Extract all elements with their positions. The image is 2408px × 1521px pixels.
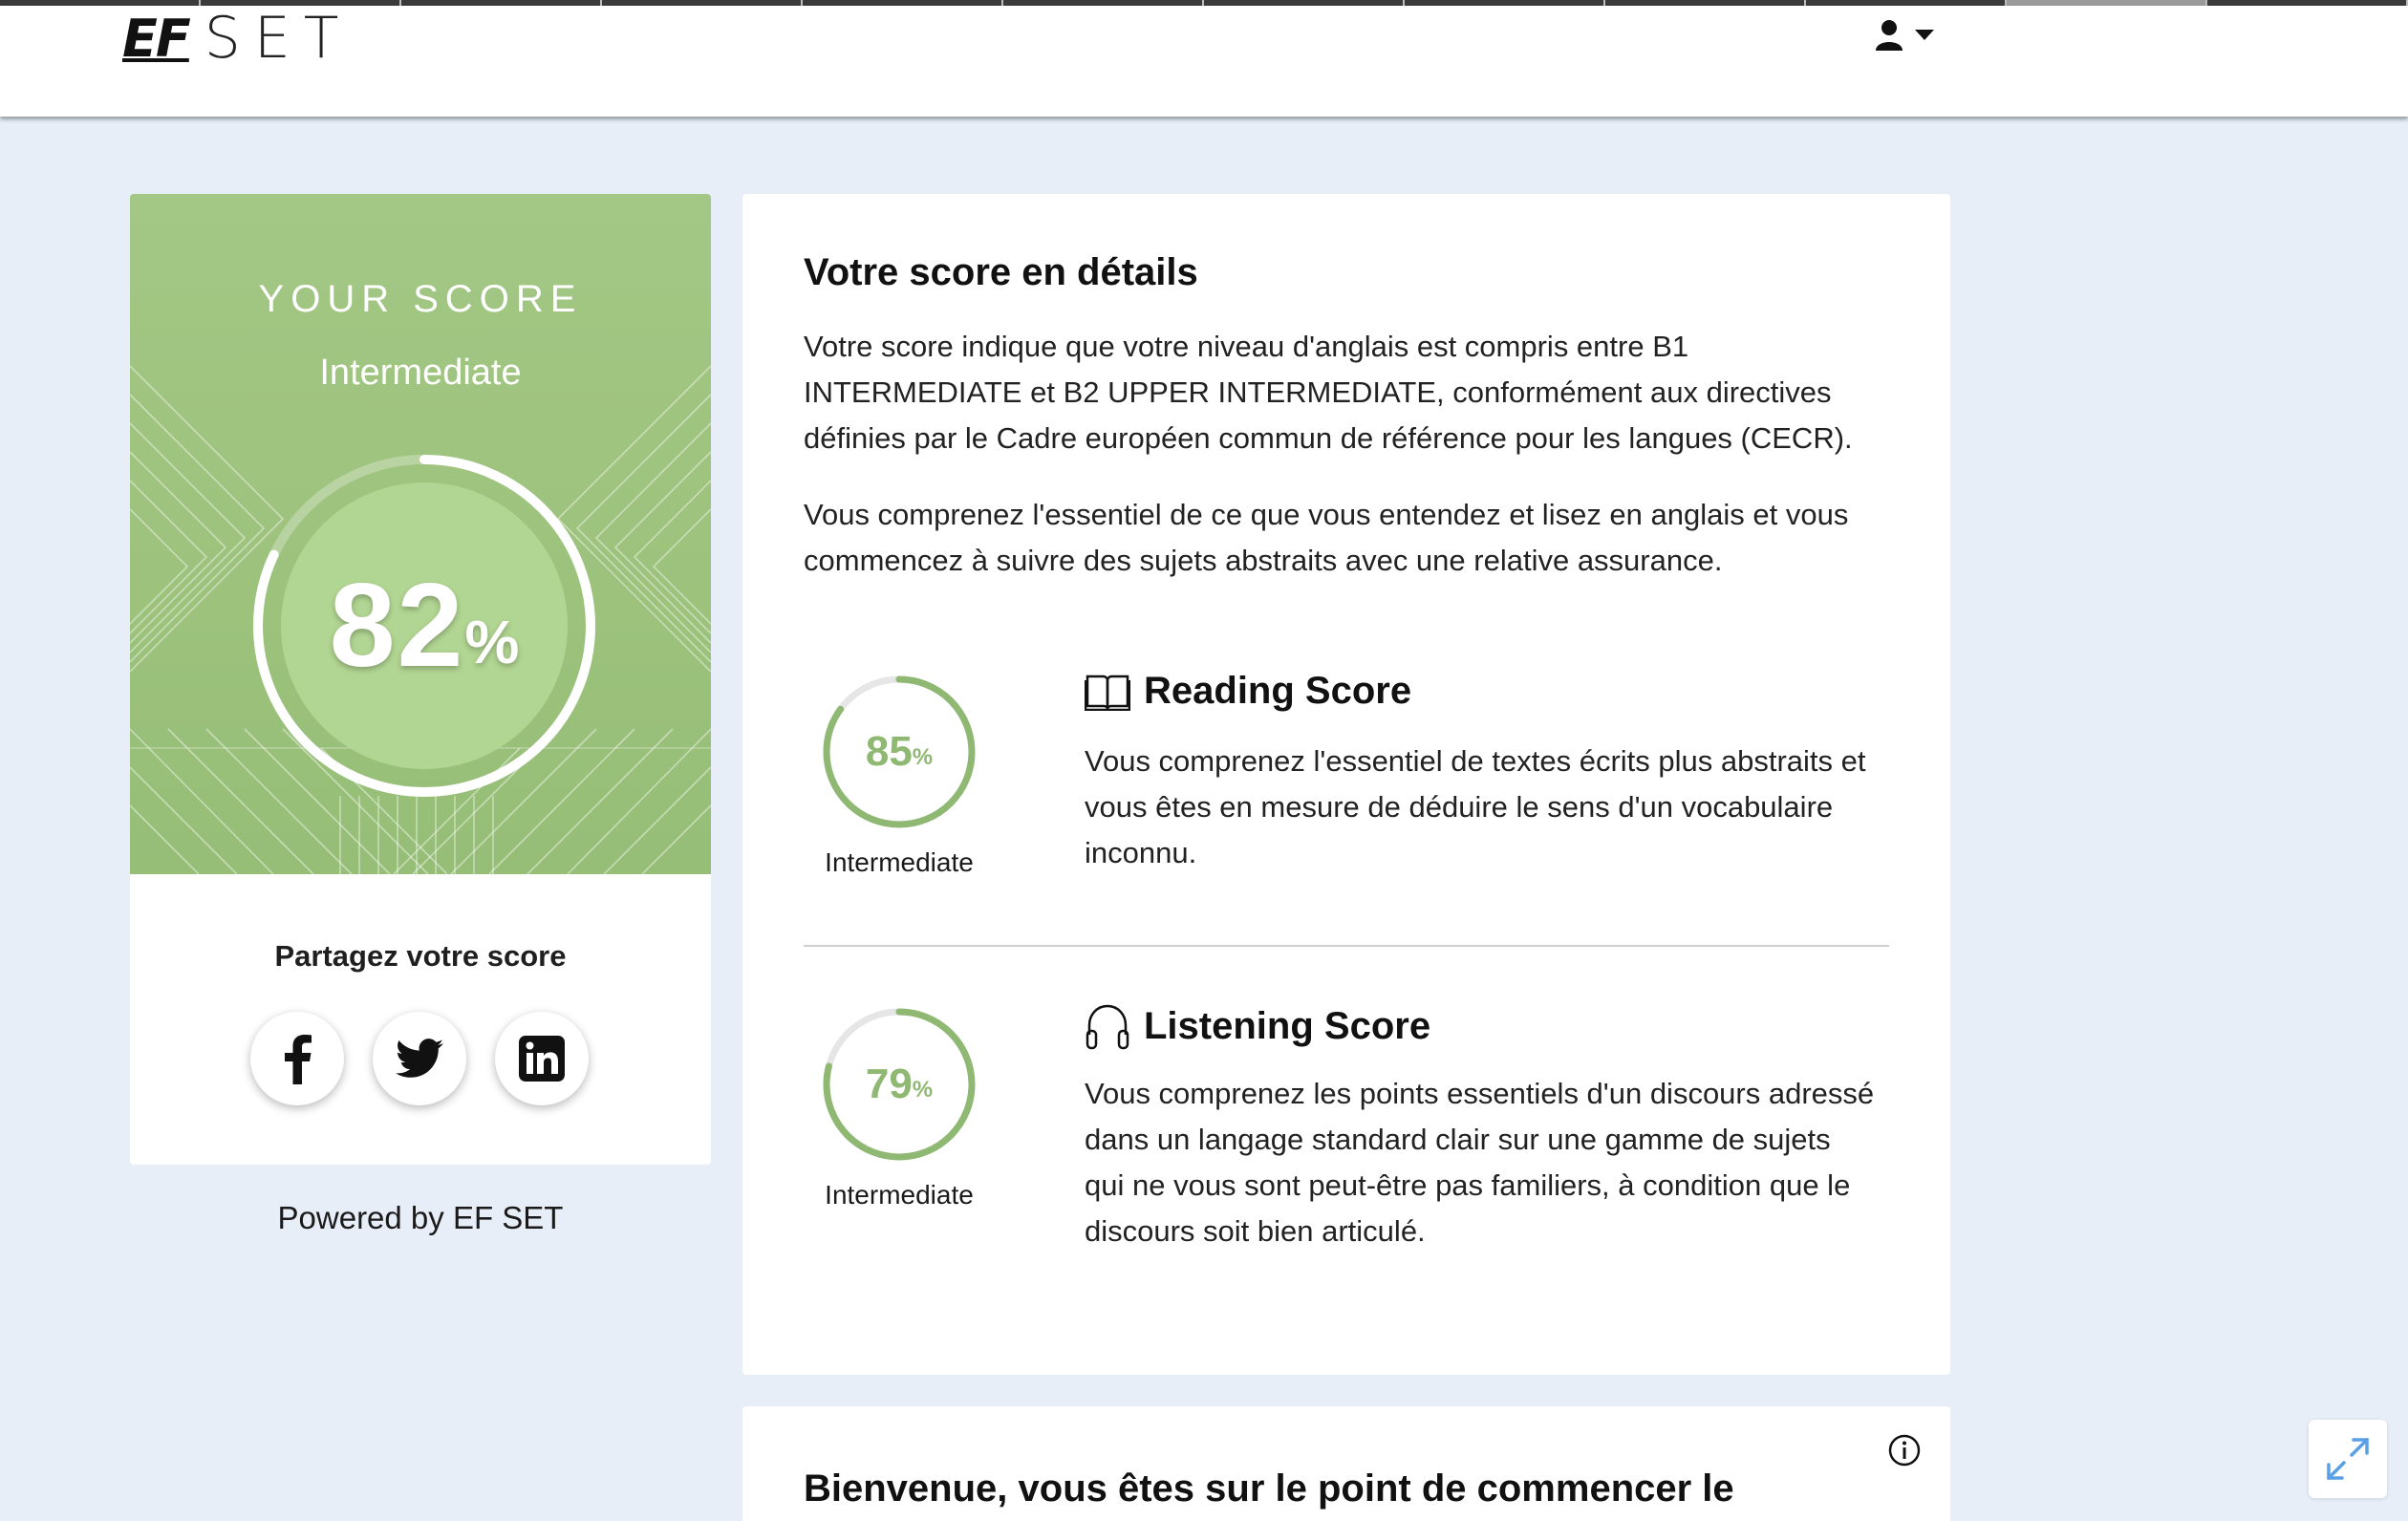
score-banner: YOUR SCORE Intermediate 82 %: [130, 194, 711, 874]
score-card: YOUR SCORE Intermediate 82 % Partagez vo…: [130, 194, 711, 1165]
ef-set-logo[interactable]: EF SET: [122, 5, 352, 72]
listening-score-heading: Listening Score: [1085, 1002, 1430, 1050]
facebook-icon: [285, 1035, 312, 1084]
reading-score-description: Vous comprenez l'essentiel de textes écr…: [1085, 744, 1866, 869]
welcome-title: Bienvenue, vous êtes sur le point de com…: [804, 1467, 1734, 1521]
header: EF SET: [0, 5, 2408, 117]
facebook-share-button[interactable]: [250, 1012, 344, 1105]
user-menu-button[interactable]: [1875, 19, 1934, 52]
linkedin-icon: [519, 1036, 565, 1082]
social-share-buttons: [250, 1012, 589, 1105]
twitter-icon: [396, 1039, 443, 1078]
percent-symbol: %: [912, 1077, 934, 1103]
logo-mark: EF: [122, 8, 191, 69]
reading-score-heading: Reading Score: [1085, 670, 1411, 713]
your-score-label: YOUR SCORE: [258, 278, 583, 320]
welcome-card: Bienvenue, vous êtes sur le point de com…: [742, 1406, 1950, 1521]
info-icon[interactable]: [1887, 1433, 1922, 1467]
book-icon: [1085, 675, 1130, 711]
logo-text: SET: [204, 5, 353, 72]
caret-down-icon: [1915, 30, 1934, 40]
reading-score-percent: 85 %: [821, 674, 978, 830]
listening-score-title: Listening Score: [1144, 1004, 1431, 1047]
details-paragraph-2: Vous comprenez l'essentiel de ce que vou…: [804, 498, 1849, 577]
listening-score-description: Vous comprenez les points essentiels d'u…: [1085, 1077, 1875, 1248]
listening-score-value: 79: [865, 1060, 913, 1107]
score-details-card: Votre score en détails Votre score indiq…: [742, 194, 1950, 1375]
percent-symbol: %: [464, 608, 520, 676]
expand-icon: [2327, 1438, 2369, 1480]
listening-score-level: Intermediate: [825, 1180, 974, 1210]
reading-score-value: 85: [865, 728, 913, 775]
divider: [804, 945, 1889, 947]
percent-symbol: %: [912, 744, 934, 770]
headphones-icon: [1086, 1004, 1129, 1050]
listening-score-percent: 79 %: [821, 1006, 978, 1163]
details-title: Votre score en détails: [804, 251, 1198, 293]
reading-score-title: Reading Score: [1144, 670, 1412, 712]
expand-button[interactable]: [2309, 1420, 2387, 1498]
overall-score-value: 82: [329, 560, 465, 692]
details-paragraph-1: Votre score indique que votre niveau d'a…: [804, 330, 1853, 455]
user-icon: [1876, 20, 1903, 51]
reading-score-level: Intermediate: [825, 847, 974, 877]
linkedin-share-button[interactable]: [495, 1012, 589, 1105]
powered-by: Powered by EF SET: [277, 1200, 564, 1235]
twitter-share-button[interactable]: [373, 1012, 466, 1105]
score-level: Intermediate: [319, 353, 522, 393]
overall-score-percent: 82 %: [243, 444, 606, 807]
share-title: Partagez votre score: [274, 939, 567, 973]
